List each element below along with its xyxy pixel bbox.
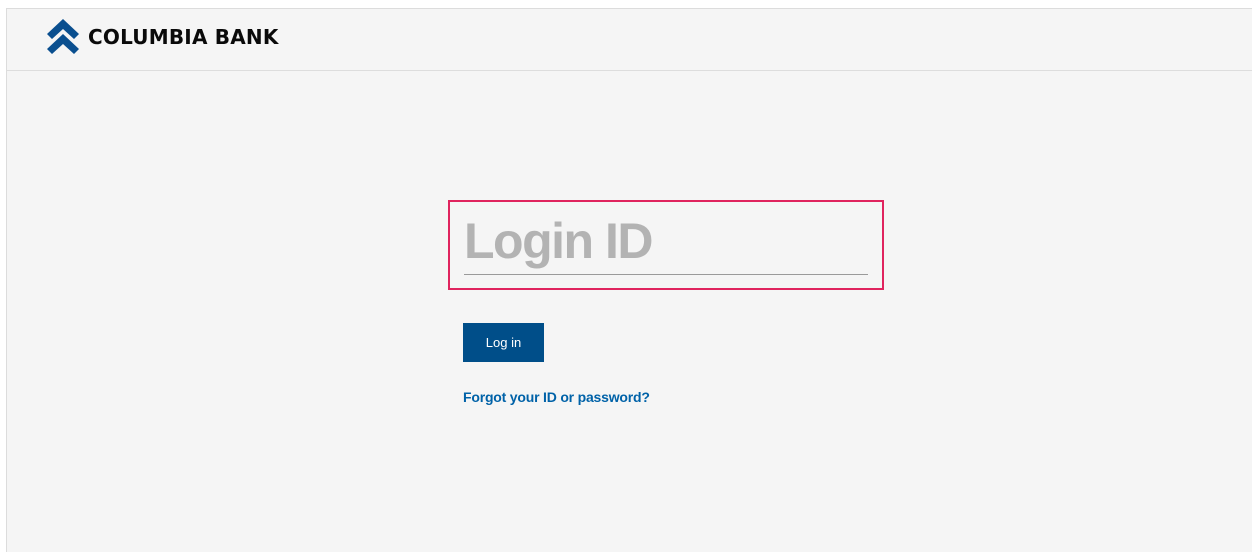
login-id-input[interactable] (464, 208, 868, 275)
chevron-up-logo-icon (47, 19, 79, 54)
page-frame: COLUMBIA BANK Log in Forgot your ID or p… (6, 8, 1252, 552)
brand-name: COLUMBIA BANK (88, 25, 279, 49)
login-button[interactable]: Log in (463, 323, 544, 362)
brand-logo[interactable]: COLUMBIA BANK (47, 19, 279, 55)
forgot-id-password-link[interactable]: Forgot your ID or password? (463, 389, 650, 405)
login-id-highlight (448, 200, 884, 290)
header-bar: COLUMBIA BANK (7, 9, 1252, 71)
